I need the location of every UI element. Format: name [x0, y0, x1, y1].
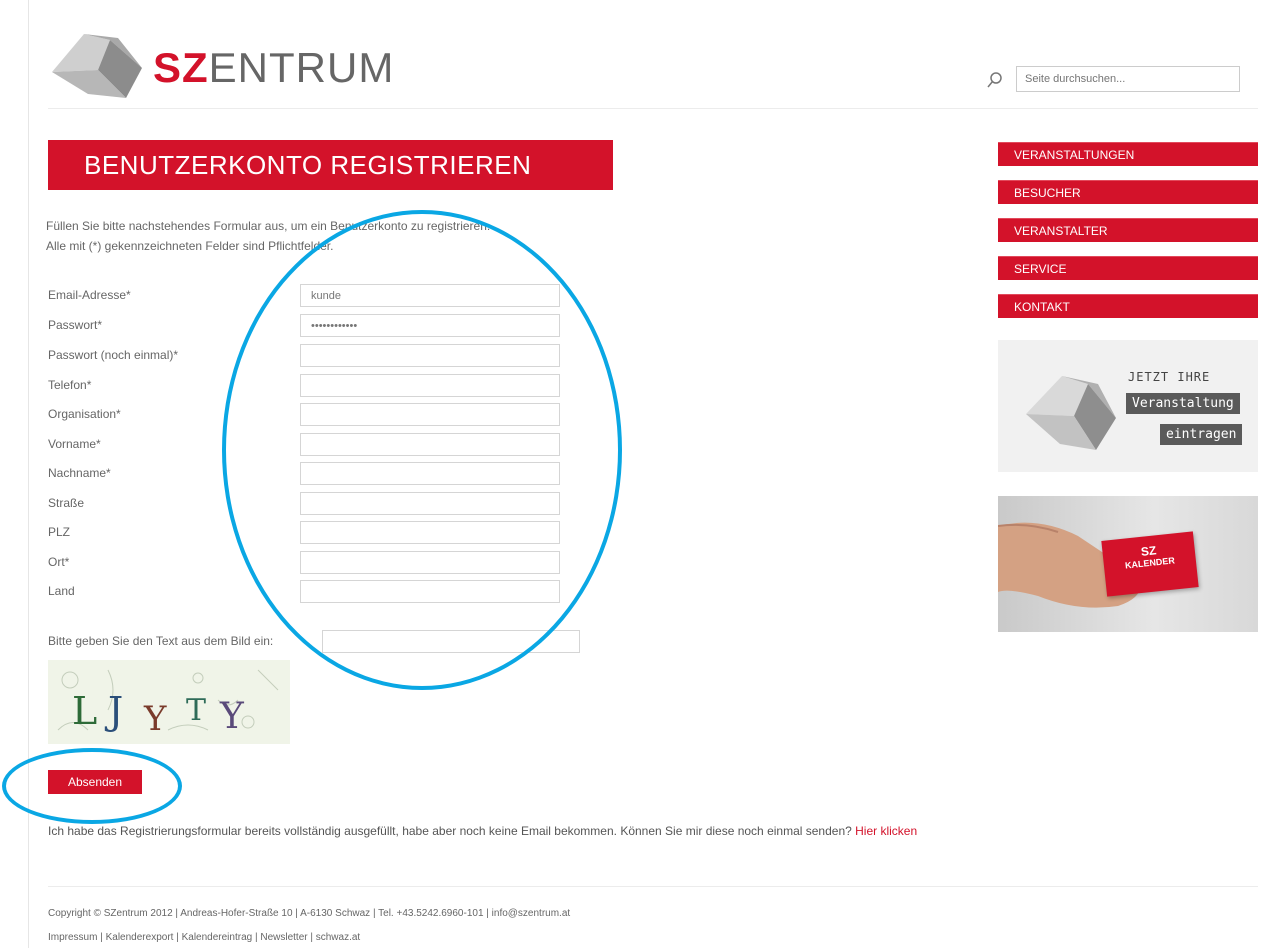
logo-gem-icon	[52, 34, 142, 98]
phone-label: Telefon*	[48, 378, 92, 392]
footer-divider	[48, 886, 1258, 887]
annotation-circle-form	[222, 210, 622, 690]
search-input[interactable]	[1016, 66, 1240, 92]
email-label: Email-Adresse*	[48, 288, 131, 302]
resend-note: Ich habe das Registrierungsformular bere…	[48, 820, 948, 842]
organisation-label: Organisation*	[48, 407, 121, 421]
gem-icon	[1026, 376, 1116, 450]
search-icon[interactable]	[986, 71, 1004, 89]
annotation-circle-submit	[2, 748, 182, 824]
captcha-label: Bitte geben Sie den Text aus dem Bild ei…	[48, 634, 274, 648]
captcha-char-3: Y	[143, 699, 167, 739]
captcha-char-5: Y	[219, 696, 245, 737]
country-label: Land	[48, 584, 75, 598]
captcha-char-1: L	[72, 689, 97, 733]
logo-bold: SZ	[153, 44, 209, 91]
header-divider	[48, 108, 1258, 109]
lastname-label: Nachname*	[48, 466, 111, 480]
promo-tag-2: eintragen	[1160, 424, 1243, 445]
nav-item-service[interactable]: SERVICE	[998, 256, 1258, 280]
nav-item-kontakt[interactable]: KONTAKT	[998, 294, 1258, 318]
footer-copyright: Copyright © SZentrum 2012 | Andreas-Hofe…	[48, 908, 571, 919]
captcha-char-2: J	[104, 689, 123, 733]
password-label: Passwort*	[48, 318, 103, 332]
city-label: Ort*	[48, 555, 70, 569]
calendar-card: SZ KALENDER	[1101, 531, 1199, 597]
nav-item-veranstalter[interactable]: VERANSTALTER	[998, 218, 1258, 242]
promo-calendar[interactable]: SZ KALENDER	[998, 496, 1258, 632]
logo-rest: ENTRUM	[208, 44, 395, 91]
promo-event-entry[interactable]: JETZT IHRE Veranstaltung eintragen	[998, 340, 1258, 472]
captcha-image: L J Y T Y	[48, 660, 290, 744]
logo[interactable]: SZENTRUM	[48, 28, 428, 108]
page-title: BENUTZERKONTO REGISTRIEREN	[48, 140, 613, 190]
street-label: Straße	[48, 496, 85, 510]
zip-label: PLZ	[48, 525, 71, 539]
nav-item-besucher[interactable]: BESUCHER	[998, 180, 1258, 204]
resend-link[interactable]: Hier klicken	[855, 824, 917, 838]
password-repeat-label: Passwort (noch einmal)*	[48, 348, 179, 362]
nav-item-veranstaltungen[interactable]: VERANSTALTUNGEN	[998, 142, 1258, 166]
footer: Copyright © SZentrum 2012 | Andreas-Hofe…	[48, 902, 570, 948]
footer-links[interactable]: Impressum | Kalenderexport | Kalenderein…	[48, 926, 570, 948]
logo-text: SZENTRUM	[153, 44, 394, 92]
sidebar-nav: VERANSTALTUNGEN BESUCHER VERANSTALTER SE…	[998, 142, 1258, 332]
resend-text: Ich habe das Registrierungsformular bere…	[48, 824, 852, 838]
firstname-label: Vorname*	[48, 437, 101, 451]
promo-jetzt: JETZT IHRE	[1128, 370, 1211, 384]
captcha-char-4: T	[186, 693, 206, 728]
promo-tag-1: Veranstaltung	[1126, 393, 1240, 414]
